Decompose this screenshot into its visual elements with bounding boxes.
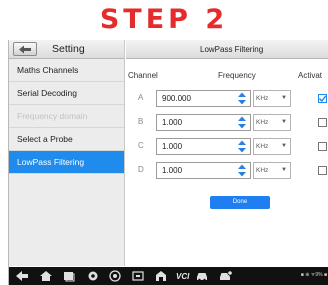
tablet-screen: Setting Maths Channels Serial Decoding F… xyxy=(8,40,328,285)
sidebar-title: Setting xyxy=(52,43,85,55)
caret-down-icon: ▼ xyxy=(281,119,287,125)
car-settings-icon[interactable] xyxy=(219,270,233,282)
channel-letter: D xyxy=(138,165,144,174)
sidebar-item-label: Select a Probe xyxy=(17,134,73,144)
activate-checkbox-b[interactable] xyxy=(318,118,327,127)
channel-row-c: C 1.000 KHz ▼ xyxy=(126,138,328,155)
back-button[interactable] xyxy=(13,42,37,56)
caret-down-icon: ▼ xyxy=(281,143,287,149)
unit-value: KHz xyxy=(256,167,269,174)
unit-select-a[interactable]: KHz ▼ xyxy=(253,90,291,107)
status-indicators: ■ ⊕ ᯤ9% ■ xyxy=(300,272,327,278)
lowpass-panel: LowPass Filtering Channel Frequency Acti… xyxy=(126,40,328,266)
stepper-arrows-icon[interactable] xyxy=(237,116,247,129)
column-header-channel: Channel xyxy=(128,71,158,80)
activate-checkbox-c[interactable] xyxy=(318,142,327,151)
car-icon[interactable] xyxy=(195,270,209,282)
sidebar-header: Setting xyxy=(9,40,124,59)
sidebar-item-label: Maths Channels xyxy=(17,65,79,75)
home-garage-icon[interactable] xyxy=(155,270,167,282)
vci-icon[interactable]: VCI xyxy=(176,270,189,282)
column-header-activate: Activat xyxy=(298,71,323,80)
stepper-arrows-icon[interactable] xyxy=(237,92,247,105)
unit-value: KHz xyxy=(256,143,269,150)
unit-select-d[interactable]: KHz ▼ xyxy=(253,162,291,179)
sidebar-item-label: Frequency domain xyxy=(17,111,88,121)
settings-gear-icon[interactable] xyxy=(87,270,99,282)
recent-apps-icon[interactable] xyxy=(63,270,75,282)
stepper-arrows-icon[interactable] xyxy=(237,164,247,177)
unit-value: KHz xyxy=(256,119,269,126)
sidebar-item-serial-decoding[interactable]: Serial Decoding xyxy=(9,82,124,105)
sidebar-item-select-probe[interactable]: Select a Probe xyxy=(9,128,124,151)
settings-sidebar: Setting Maths Channels Serial Decoding F… xyxy=(9,40,125,266)
sidebar-item-maths-channels[interactable]: Maths Channels xyxy=(9,59,124,82)
channel-row-d: D 1.000 KHz ▼ xyxy=(126,162,328,179)
step-heading-text: STEP 2 xyxy=(99,3,229,35)
channel-letter: A xyxy=(138,93,144,102)
unit-select-c[interactable]: KHz ▼ xyxy=(253,138,291,155)
back-arrow-icon xyxy=(19,45,31,53)
unit-select-b[interactable]: KHz ▼ xyxy=(253,114,291,131)
activate-checkbox-d[interactable] xyxy=(318,166,327,175)
done-button[interactable]: Done xyxy=(210,196,270,209)
channel-letter: C xyxy=(138,141,144,150)
unit-value: KHz xyxy=(256,95,269,102)
activate-checkbox-a[interactable] xyxy=(318,94,327,103)
sidebar-item-label: Serial Decoding xyxy=(17,88,78,98)
home-icon[interactable] xyxy=(39,270,53,282)
browser-icon[interactable] xyxy=(109,270,121,282)
step-heading: STEP 2 xyxy=(0,0,328,38)
channel-row-b: B 1.000 KHz ▼ xyxy=(126,114,328,131)
caret-down-icon: ▼ xyxy=(281,167,287,173)
caret-down-icon: ▼ xyxy=(281,95,287,101)
screenshot-icon[interactable] xyxy=(132,270,144,282)
checkmark-icon xyxy=(318,95,327,103)
sidebar-item-label: LowPass Filtering xyxy=(17,157,85,167)
column-header-frequency: Frequency xyxy=(218,71,256,80)
channel-letter: B xyxy=(138,117,144,126)
system-navigation-bar: VCI ■ ⊕ ᯤ9% ■ xyxy=(9,267,328,285)
sidebar-item-lowpass-filtering[interactable]: LowPass Filtering xyxy=(9,151,124,174)
back-icon[interactable] xyxy=(15,270,29,282)
channel-row-a: A 900.000 KHz ▼ xyxy=(126,90,328,107)
sidebar-item-frequency-domain: Frequency domain xyxy=(9,105,124,128)
stepper-arrows-icon[interactable] xyxy=(237,140,247,153)
panel-title: LowPass Filtering xyxy=(126,40,328,59)
